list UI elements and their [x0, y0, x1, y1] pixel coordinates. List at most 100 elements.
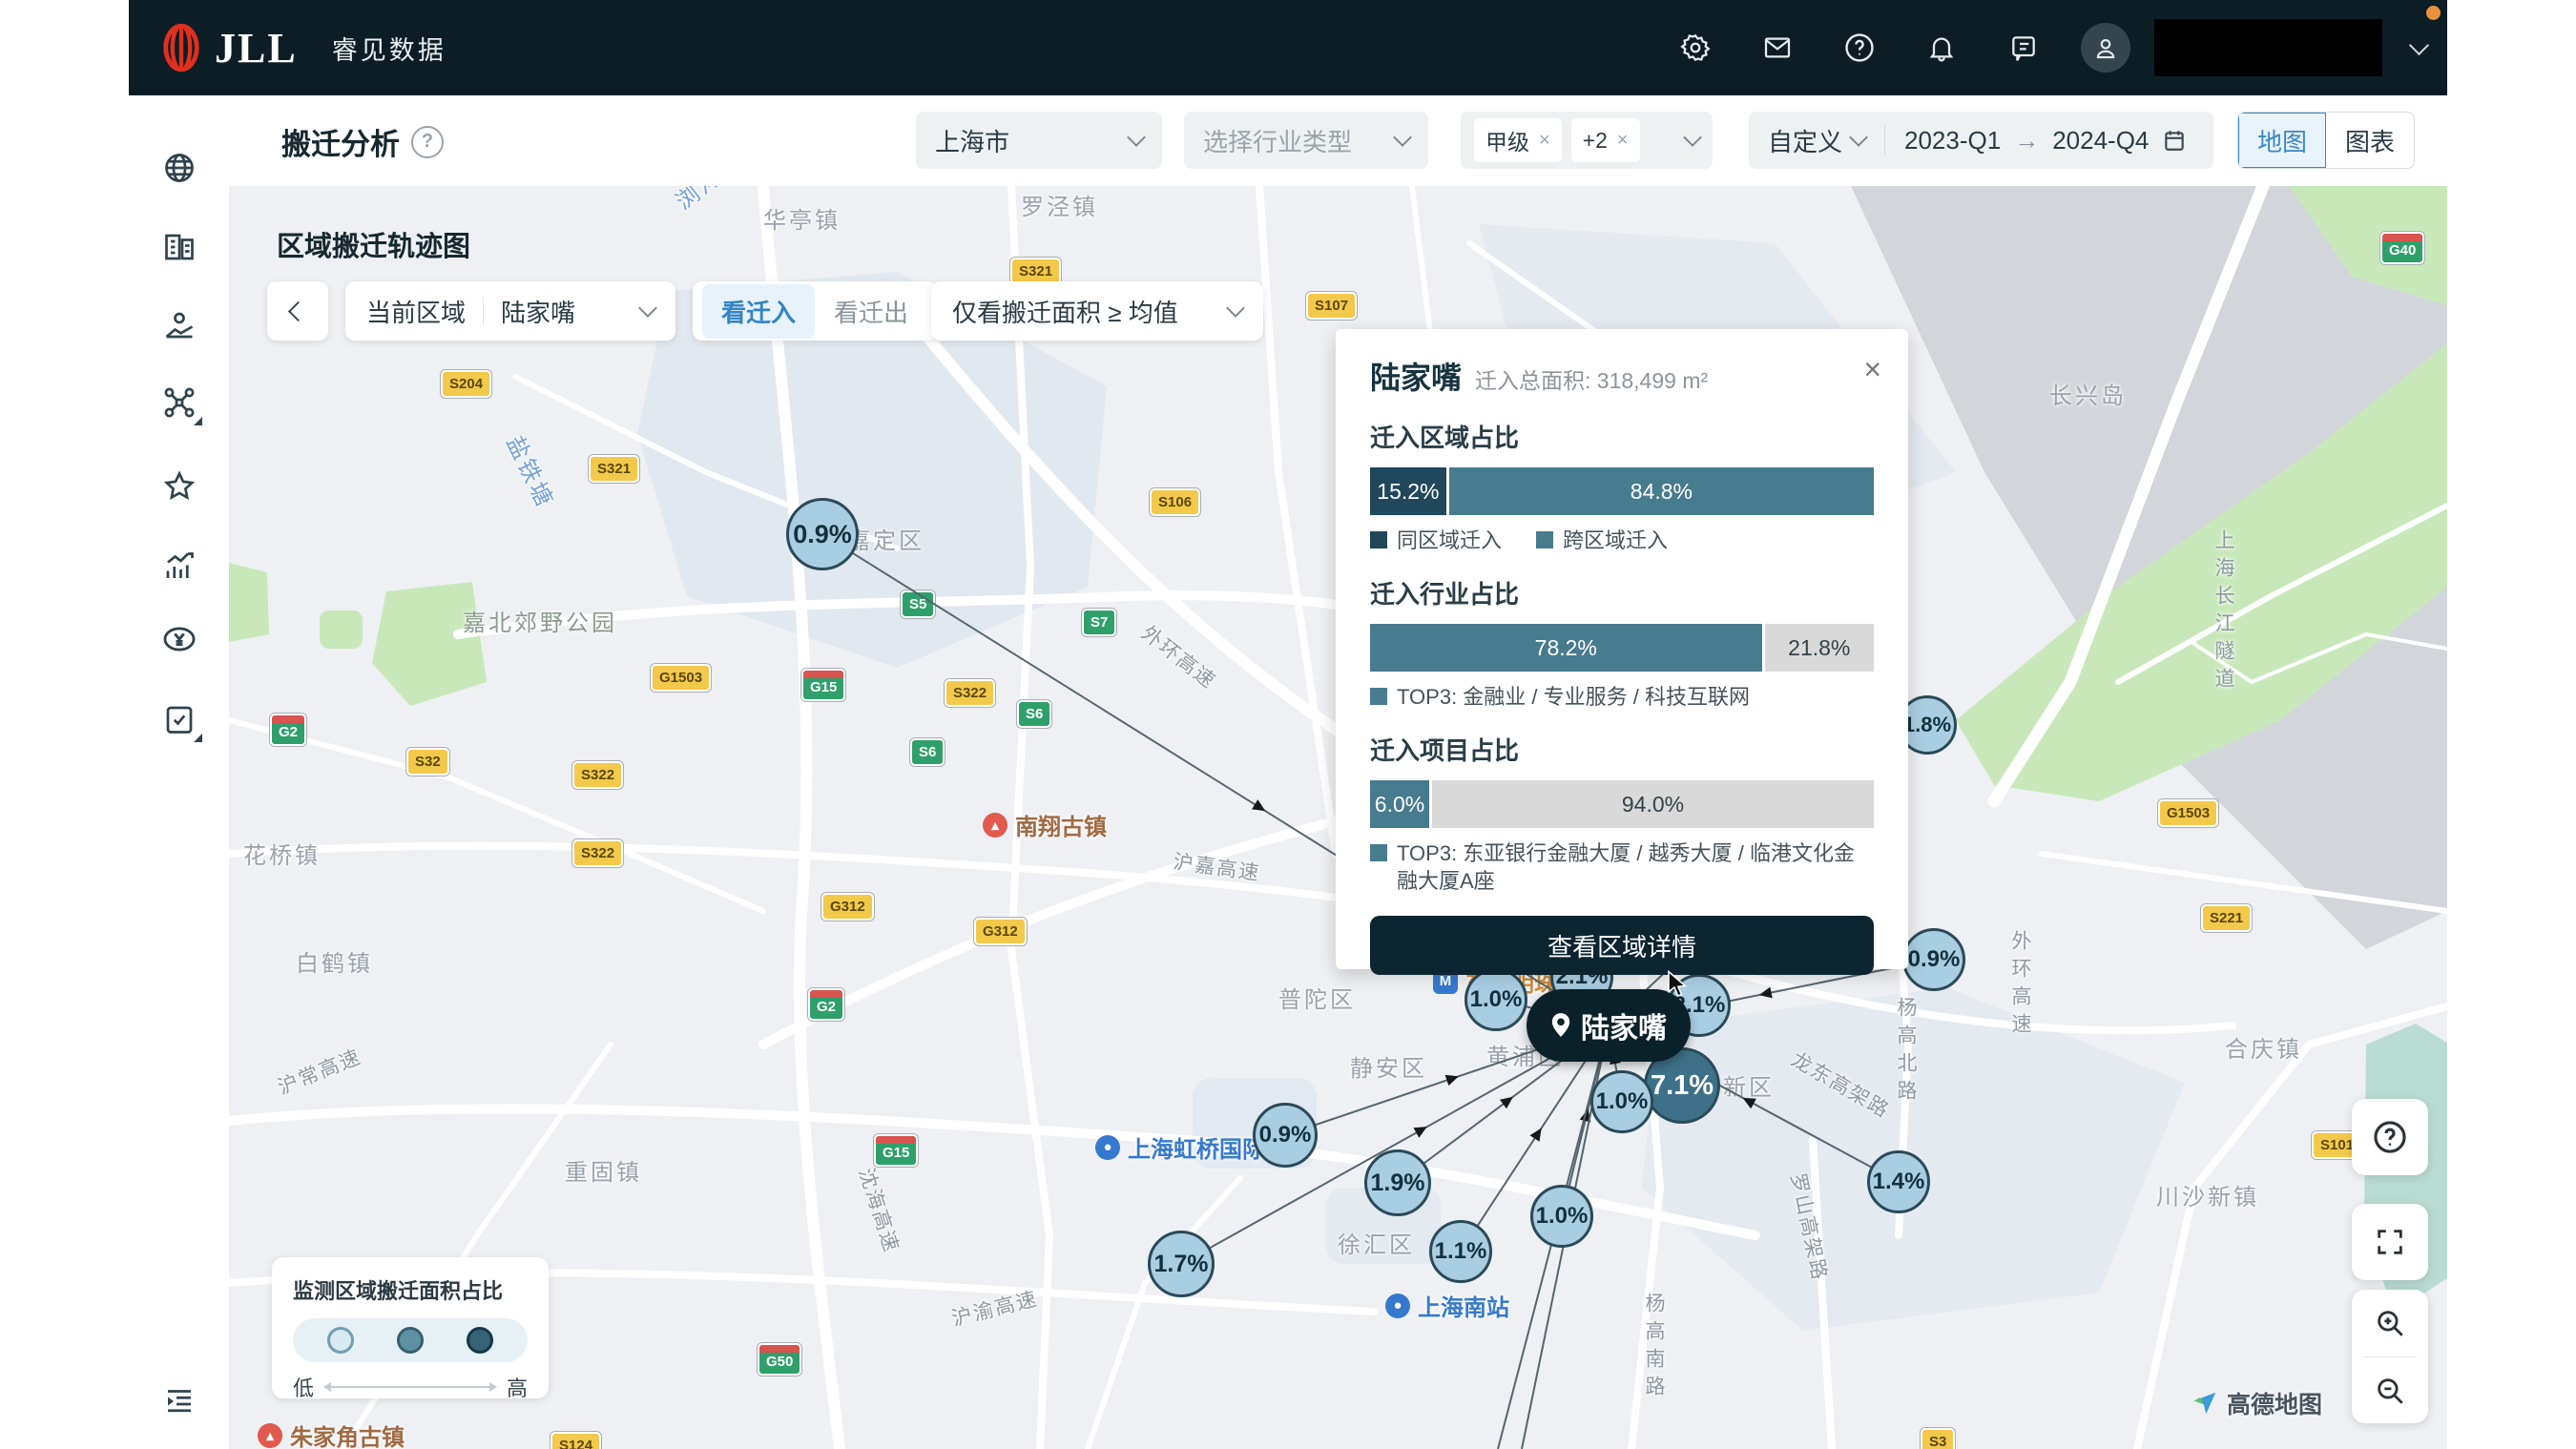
notification-dot [2426, 6, 2441, 20]
view-toggle: 地图 图表 [2237, 112, 2415, 169]
mail-icon[interactable] [1736, 0, 1818, 95]
period-picker[interactable]: 自定义 2023-Q1 → 2024-Q4 [1749, 112, 2213, 169]
grade-tag-label: 甲级 [1485, 124, 1529, 156]
screen: JLL 睿见数据 [0, 0, 2576, 1449]
popup-subtitle: 迁入总面积: 318,499 m² [1475, 362, 1708, 395]
view-toggle-chart[interactable]: 图表 [2326, 113, 2414, 168]
help-icon[interactable] [1818, 0, 1901, 95]
map-bubble[interactable]: 1.0% [1530, 1185, 1593, 1248]
map-bubble[interactable]: 0.9% [1253, 1103, 1318, 1168]
region-selector-value: 陆家嘴 [501, 294, 575, 329]
map-bubble[interactable]: 0.9% [1902, 928, 1965, 991]
grade-multiselect[interactable]: 甲级 × +2 × [1461, 112, 1713, 169]
legend-swatch [1370, 688, 1387, 705]
popup-section-bar: 6.0%94.0% [1370, 780, 1874, 828]
legend-arrow [325, 1386, 495, 1388]
app-window: JLL 睿见数据 [129, 0, 2447, 1449]
sidebar-collapse-icon[interactable] [158, 1380, 200, 1422]
legend-item: TOP3: 东亚银行金融大厦 / 越秀大厦 / 临港文化金融大厦A座 [1370, 839, 1874, 895]
product-name: 睿见数据 [332, 30, 447, 67]
legend-dot [467, 1327, 493, 1354]
legend-swatch [1370, 844, 1387, 861]
brand[interactable]: JLL 睿见数据 [161, 23, 447, 72]
sidebar-tasks-icon[interactable] [158, 698, 200, 740]
popup-section-legend: TOP3: 东亚银行金融大厦 / 越秀大厦 / 临港文化金融大厦A座 [1370, 839, 1874, 895]
settings-icon[interactable] [1654, 0, 1736, 95]
view-toggle-map[interactable]: 地图 [2238, 113, 2326, 168]
notifications-icon[interactable] [1901, 0, 1983, 95]
sidebar-currency-icon[interactable] [158, 618, 200, 660]
popup-section: 迁入项目占比 6.0%94.0% TOP3: 东亚银行金融大厦 / 越秀大厦 / 临… [1370, 732, 1874, 895]
sidebar-trend-icon[interactable] [158, 546, 200, 588]
bar-segment: 94.0% [1432, 780, 1874, 828]
legend-item: TOP3: 金融业 / 专业服务 / 科技互联网 [1370, 683, 1750, 711]
region-selector[interactable]: 当前区域 陆家嘴 [345, 281, 675, 341]
industry-select[interactable]: 选择行业类型 [1184, 112, 1428, 169]
map-help-button[interactable] [2352, 1099, 2428, 1175]
grade-tag[interactable]: 甲级 × [1474, 118, 1562, 162]
grade-tag-label: +2 [1583, 128, 1608, 154]
divider [483, 297, 484, 325]
legend-dot [327, 1327, 354, 1354]
sidebar-globe-icon[interactable] [158, 147, 200, 189]
grade-multiselect-tags: 甲级 × +2 × [1474, 118, 1650, 162]
map-bubble[interactable]: 1.7% [1148, 1231, 1215, 1297]
back-button[interactable] [267, 281, 328, 341]
account-avatar[interactable] [2065, 0, 2147, 95]
brand-name: JLL [215, 24, 298, 72]
sidebar-buildings-icon[interactable] [158, 226, 200, 268]
chevron-down-icon [1226, 299, 1245, 318]
city-select[interactable]: 上海市 [916, 112, 1162, 169]
chevron-down-icon [1683, 128, 1702, 147]
period-start[interactable]: 2023-Q1 [1904, 126, 2001, 155]
map-canvas[interactable]: 浏河华亭镇罗泾镇长兴岛嘉定区盐铁塘嘉北郊野公园外环高速沪嘉高速花桥镇白鹤镇普陀区… [229, 186, 2447, 1449]
legend-low-label: 低 [293, 1372, 314, 1402]
page-title: 搬迁分析 ? [281, 120, 444, 163]
page-help-icon[interactable]: ? [411, 126, 444, 158]
map-bubble[interactable]: 1.4% [1867, 1150, 1930, 1213]
period-end[interactable]: 2024-Q4 [2052, 126, 2149, 155]
sidebar-star-icon[interactable] [158, 466, 200, 507]
toggle-outflow[interactable]: 看迁出 [815, 284, 927, 339]
jll-logo-icon [161, 23, 201, 72]
view-region-detail-button[interactable]: 查看区域详情 [1370, 916, 1874, 975]
map-attribution-text: 高德地图 [2227, 1386, 2322, 1420]
feedback-icon[interactable] [1983, 0, 2065, 95]
popup-section-title: 迁入行业占比 [1370, 575, 1874, 611]
header-actions [1654, 0, 2447, 95]
zoom-in-button[interactable] [2374, 1290, 2406, 1356]
divider [1884, 124, 1885, 156]
popup-section-legend: TOP3: 金融业 / 专业服务 / 科技互联网 [1370, 683, 1874, 711]
legend-title: 监测区域搬迁面积占比 [293, 1274, 528, 1305]
sidebar-site-survey-icon[interactable] [158, 304, 200, 346]
map-legend: 监测区域搬迁面积占比 低 高 [272, 1257, 549, 1398]
map-bubble[interactable]: 1.0% [1465, 968, 1527, 1031]
chevron-left-icon [287, 300, 307, 321]
legend-item: 跨区域迁入 [1536, 527, 1668, 554]
zoom-out-button[interactable] [2374, 1357, 2406, 1423]
map-bubble[interactable]: 1.1% [1429, 1220, 1492, 1283]
legend-swatch [1370, 531, 1387, 549]
grade-tag[interactable]: +2 × [1571, 118, 1640, 162]
city-select-value: 上海市 [935, 123, 1009, 158]
bar-segment: 15.2% [1370, 467, 1446, 515]
map-attribution: 高德地图 [2191, 1386, 2322, 1420]
popup-section-title: 迁入项目占比 [1370, 732, 1874, 767]
tag-remove-icon[interactable]: × [1617, 130, 1629, 152]
period-mode[interactable]: 自定义 [1768, 123, 1842, 158]
map-fullscreen-button[interactable] [2352, 1204, 2428, 1280]
toggle-inflow[interactable]: 看迁入 [702, 284, 815, 339]
popup-close-icon[interactable]: × [1863, 354, 1881, 384]
map-bubble[interactable]: 1.0% [1590, 1070, 1653, 1133]
popup-sections: 迁入区域占比15.2%84.8%同区域迁入跨区域迁入迁入行业占比78.2%21.… [1370, 419, 1874, 895]
map-bubble[interactable]: 1.9% [1364, 1149, 1431, 1216]
area-filter-select[interactable]: 仅看搬迁面积 ≥ 均值 [931, 281, 1263, 341]
sidebar-drone-icon[interactable] [158, 382, 200, 424]
map-bubble[interactable]: 0.9% [786, 498, 859, 570]
left-sidebar [129, 95, 229, 1449]
legend-dot [397, 1327, 424, 1354]
legend-high-label: 高 [507, 1372, 528, 1402]
bar-segment: 84.8% [1449, 467, 1874, 515]
chevron-down-icon [638, 299, 657, 318]
tag-remove-icon[interactable]: × [1539, 130, 1550, 152]
